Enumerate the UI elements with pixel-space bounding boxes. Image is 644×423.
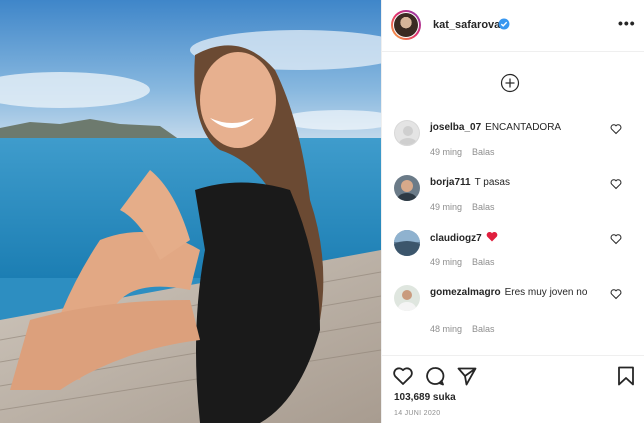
comment-time: 49 ming (430, 257, 463, 267)
paper-plane-icon[interactable] (456, 365, 478, 387)
red-heart-emoji-icon (486, 231, 498, 242)
post-header: kat_safarova ••• (382, 0, 644, 52)
heart-outline-icon[interactable] (610, 233, 622, 245)
heart-outline-icon[interactable] (610, 178, 622, 190)
comment-meta: 48 ming Balas (430, 324, 495, 334)
comment-item: borja711 T pasas 49 ming Balas (392, 173, 637, 223)
heart-outline-icon[interactable] (610, 288, 622, 300)
comment-time: 49 ming (430, 202, 463, 212)
plus-circle-icon[interactable] (500, 73, 520, 93)
comment-text: borja711 T pasas (430, 176, 600, 189)
reply-button[interactable]: Balas (472, 202, 495, 212)
verified-badge-icon (498, 18, 510, 30)
comment-meta: 49 ming Balas (430, 257, 495, 267)
likes-count[interactable]: 103,689 suka (394, 392, 456, 403)
comment-text: claudiogz7 (430, 231, 600, 245)
author-username[interactable]: kat_safarova (433, 19, 500, 31)
comment-item: claudiogz7 49 ming Balas (392, 228, 637, 278)
instagram-post-view: kat_safarova ••• joselba_07 ENCANTADORA 4… (0, 0, 644, 423)
post-date: 14 JUNI 2020 (394, 410, 441, 417)
heart-outline-icon[interactable] (392, 365, 414, 387)
comment-meta: 49 ming Balas (430, 147, 495, 157)
comment-body: T pasas (474, 177, 510, 188)
post-side-panel: kat_safarova ••• joselba_07 ENCANTADORA 4… (381, 0, 644, 423)
comment-time: 48 ming (430, 324, 463, 334)
commenter-username[interactable]: gomezalmagro (430, 287, 501, 298)
comment-body: ENCANTADORA (485, 122, 562, 133)
bookmark-icon[interactable] (615, 365, 637, 387)
comment-bubble-icon[interactable] (424, 365, 446, 387)
commenter-avatar[interactable] (394, 175, 420, 201)
comment-item: gomezalmagro Eres muy joven no 48 ming Bal… (392, 283, 637, 334)
reply-button[interactable]: Balas (472, 257, 495, 267)
post-image (0, 0, 381, 423)
comment-text: gomezalmagro Eres muy joven no (430, 286, 600, 299)
heart-outline-icon[interactable] (610, 123, 622, 135)
comment-time: 49 ming (430, 147, 463, 157)
commenter-avatar[interactable] (394, 120, 420, 146)
reply-button[interactable]: Balas (472, 324, 495, 334)
comment-body: Eres muy joven no (504, 287, 588, 298)
comment-text: joselba_07 ENCANTADORA (430, 121, 600, 134)
commenter-avatar[interactable] (394, 230, 420, 256)
commenter-username[interactable]: claudiogz7 (430, 233, 482, 244)
author-avatar[interactable] (391, 10, 421, 40)
post-photo[interactable] (0, 0, 381, 423)
commenter-username[interactable]: joselba_07 (430, 122, 481, 133)
reply-button[interactable]: Balas (472, 147, 495, 157)
more-options-icon[interactable]: ••• (618, 15, 636, 31)
commenter-username[interactable]: borja711 (430, 177, 471, 188)
comment-item: joselba_07 ENCANTADORA 49 ming Balas (392, 118, 637, 168)
commenter-avatar[interactable] (394, 285, 420, 311)
comment-meta: 49 ming Balas (430, 202, 495, 212)
post-action-bar (382, 355, 644, 396)
